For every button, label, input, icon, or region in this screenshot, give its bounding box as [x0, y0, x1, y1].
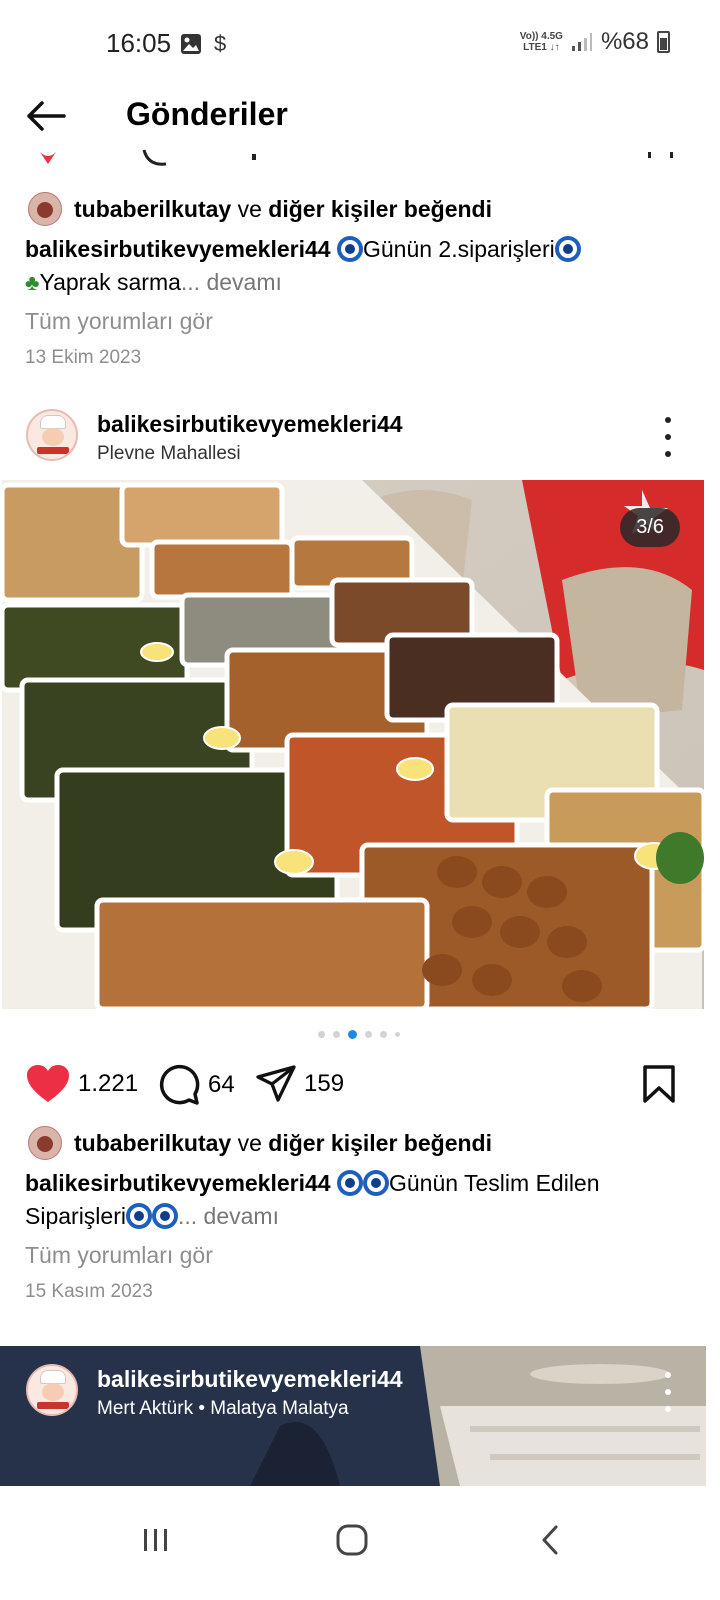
evil-eye-emoji-icon — [125, 1203, 152, 1229]
caption-username[interactable]: balikesirbutikevyemekleri44 — [25, 1170, 331, 1196]
caption-username[interactable]: balikesirbutikevyemekleri44 — [25, 236, 331, 262]
evil-eye-emoji-icon — [554, 236, 581, 262]
carousel-counter: 3/6 — [620, 508, 680, 547]
recent-apps-icon — [144, 1529, 167, 1551]
battery-icon — [657, 31, 670, 53]
liked-by-avatar — [28, 192, 62, 226]
page-title: Gönderiler — [126, 96, 288, 132]
post-liked-by[interactable]: tubaberilkutay ve diğer kişiler beğendi — [28, 1126, 492, 1160]
liked-by-connector: ve — [237, 195, 262, 222]
previous-post-caption[interactable]: balikesirbutikevyemekleri44 Günün 2.sipa… — [25, 233, 705, 299]
battery-percent: %68 — [600, 28, 649, 55]
recent-apps-button[interactable] — [126, 1510, 186, 1570]
post-image[interactable]: 3/6 — [2, 480, 704, 1009]
chef-label-shape — [37, 447, 69, 454]
more-options-button[interactable] — [660, 417, 676, 457]
next-post[interactable]: balikesirbutikevyemekleri44 Mert Aktürk … — [0, 1346, 706, 1486]
caption-line2: Siparişleri — [25, 1203, 126, 1229]
signal-icon — [571, 33, 592, 51]
liked-by-others[interactable]: diğer kişiler beğendi — [268, 196, 492, 222]
image-icon — [181, 34, 201, 54]
app-header: Gönderiler — [0, 88, 720, 144]
share-button[interactable]: 159 — [256, 1064, 344, 1104]
chef-hat-shape — [40, 415, 66, 429]
post-date: 15 Kasım 2023 — [25, 1281, 153, 1302]
send-icon — [256, 1065, 296, 1102]
post-location[interactable]: Mert Aktürk • Malatya Malatya — [97, 1398, 349, 1420]
post-username[interactable]: balikesirbutikevyemekleri44 — [97, 411, 403, 438]
system-nav-bar — [0, 1486, 720, 1600]
comment-count[interactable]: 64 — [208, 1071, 235, 1099]
like-count[interactable]: 1.221 — [78, 1070, 138, 1098]
food-trays-photo — [2, 480, 704, 1009]
network-indicator: Vo)) 4.5G LTE1 ↓↑ — [520, 31, 563, 53]
post-location[interactable]: Plevne Mahallesi — [97, 443, 241, 465]
home-icon — [336, 1524, 368, 1556]
back-icon — [542, 1525, 558, 1555]
evil-eye-emoji-icon — [336, 236, 363, 262]
post-date: 13 Ekim 2023 — [25, 347, 142, 368]
profile-avatar[interactable] — [26, 409, 78, 461]
back-button[interactable] — [24, 96, 68, 136]
caption-line2: Yaprak sarma — [39, 269, 181, 295]
comment-icon — [159, 1064, 200, 1105]
like-button[interactable]: 1.221 — [26, 1064, 138, 1104]
arrow-left-icon — [27, 101, 66, 131]
chef-hat-shape — [40, 1370, 66, 1384]
heart-icon — [27, 1065, 69, 1102]
carousel-dot — [365, 1031, 372, 1038]
view-all-comments-link[interactable]: Tüm yorumları gör — [25, 1242, 213, 1269]
liked-by-user[interactable]: tubaberilkutay — [74, 1130, 231, 1156]
status-system-icons: Vo)) 4.5G LTE1 ↓↑ %68 — [520, 28, 670, 56]
post-username[interactable]: balikesirbutikevyemekleri44 — [97, 1366, 403, 1393]
carousel-indicator — [318, 1030, 400, 1039]
evil-eye-emoji-icon — [336, 1170, 363, 1196]
status-notification-icons: $ — [180, 31, 226, 57]
caption-text: Günün Teslim Edilen — [388, 1170, 600, 1196]
previous-post-actions-cut — [0, 148, 720, 170]
liked-by-connector: ve — [237, 1129, 262, 1156]
chef-face-shape — [42, 1383, 64, 1401]
evil-eye-emoji-icon — [151, 1203, 178, 1229]
liked-by-avatar — [28, 1126, 62, 1160]
profile-avatar[interactable] — [26, 1364, 78, 1416]
post-header: balikesirbutikevyemekleri44 Plevne Mahal… — [0, 405, 720, 485]
evil-eye-emoji-icon — [362, 1170, 389, 1196]
view-all-comments-link[interactable]: Tüm yorumları gör — [25, 308, 213, 335]
status-time: 16:05 — [106, 28, 172, 58]
status-bar: 16:05 $ Vo)) 4.5G LTE1 ↓↑ %68 — [0, 0, 720, 88]
carousel-dot — [318, 1031, 325, 1038]
more-options-button[interactable] — [660, 1372, 676, 1412]
caption-text: Günün 2.siparişleri — [362, 236, 555, 262]
comment-button[interactable]: 64 — [158, 1064, 235, 1106]
carousel-dot-active — [348, 1030, 357, 1039]
chef-label-shape — [37, 1402, 69, 1409]
caption-more-link[interactable]: ... devamı — [178, 1203, 279, 1229]
caption-more-link[interactable]: ... devamı — [181, 269, 282, 295]
save-button[interactable] — [642, 1064, 676, 1109]
carousel-dot — [333, 1031, 340, 1038]
post-actions: 1.221 64 159 — [0, 1060, 720, 1108]
network-label-top: Vo)) 4.5G — [519, 31, 563, 42]
previous-post-liked-by[interactable]: tubaberilkutay ve diğer kişiler beğendi — [28, 192, 492, 226]
share-count[interactable]: 159 — [304, 1070, 344, 1098]
carousel-dot — [395, 1032, 400, 1037]
chef-face-shape — [42, 428, 64, 446]
dollar-icon: $ — [214, 31, 227, 56]
bookmark-icon — [643, 1065, 675, 1103]
network-label-bottom: LTE1 ↓↑ — [523, 42, 560, 53]
liked-by-others[interactable]: diğer kişiler beğendi — [268, 1130, 492, 1156]
home-button[interactable] — [322, 1510, 382, 1570]
nav-back-button[interactable] — [520, 1510, 580, 1570]
liked-by-user[interactable]: tubaberilkutay — [74, 196, 231, 222]
post-caption[interactable]: balikesirbutikevyemekleri44 Günün Teslim… — [25, 1167, 705, 1233]
clover-emoji-icon: ♣ — [25, 270, 40, 295]
carousel-dot — [380, 1031, 387, 1038]
